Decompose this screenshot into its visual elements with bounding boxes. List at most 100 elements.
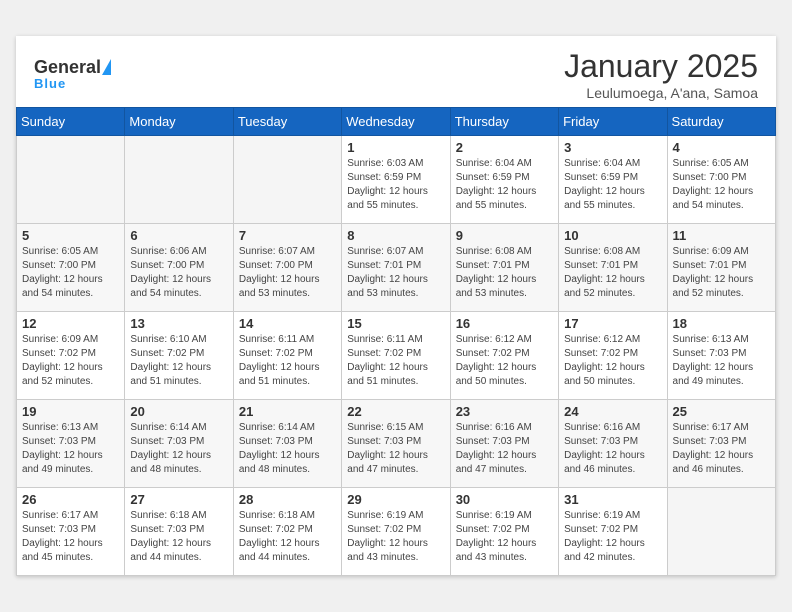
day-number: 4 <box>673 140 770 155</box>
calendar-header-row: SundayMondayTuesdayWednesdayThursdayFrid… <box>17 108 776 136</box>
day-info: Sunrise: 6:11 AM Sunset: 7:02 PM Dayligh… <box>239 333 336 389</box>
day-number: 9 <box>456 228 553 243</box>
day-info: Sunrise: 6:17 AM Sunset: 7:03 PM Dayligh… <box>673 421 770 477</box>
calendar-day-cell: 27Sunrise: 6:18 AM Sunset: 7:03 PM Dayli… <box>125 488 233 576</box>
calendar-day-cell <box>125 136 233 224</box>
calendar-day-cell: 28 Sunrise: 6:18 AM Sunset: 7:02 PM Dayli… <box>233 488 341 576</box>
day-info: Sunrise: 6:06 AM Sunset: 7:00 PM Dayligh… <box>130 245 227 301</box>
calendar-day-cell: 26 Sunrise: 6:17 AM Sunset: 7:03 PM Dayli… <box>17 488 125 576</box>
calendar-day-cell: 15Sunrise: 6:11 AM Sunset: 7:02 PM Dayli… <box>342 312 450 400</box>
day-info: Sunrise: 6:19 AM Sunset: 7:02 PM Dayligh… <box>456 509 553 565</box>
day-number: 21 <box>239 404 336 419</box>
day-number: 1 <box>347 140 444 155</box>
day-number: 3 <box>564 140 661 155</box>
day-info: Sunrise: 6:04 AM Sunset: 6:59 PM Dayligh… <box>564 157 661 213</box>
day-info: Sunrise: 6:16 AM Sunset: 7:03 PM Dayligh… <box>456 421 553 477</box>
calendar-day-cell: 3 Sunrise: 6:04 AM Sunset: 6:59 PM Daylig… <box>559 136 667 224</box>
logo: General Blue <box>34 58 113 91</box>
day-info: Sunrise: 6:18 AM Sunset: 7:02 PM Dayligh… <box>239 509 336 565</box>
calendar-week-row: 1 Sunrise: 6:03 AM Sunset: 6:59 PM Daylig… <box>17 136 776 224</box>
calendar-day-cell: 8 Sunrise: 6:07 AM Sunset: 7:01 PM Daylig… <box>342 224 450 312</box>
calendar-day-cell: 1 Sunrise: 6:03 AM Sunset: 6:59 PM Daylig… <box>342 136 450 224</box>
day-number: 14 <box>239 316 336 331</box>
day-number: 6 <box>130 228 227 243</box>
day-number: 13 <box>130 316 227 331</box>
day-number: 7 <box>239 228 336 243</box>
day-number: 17 <box>564 316 661 331</box>
logo-icon <box>102 59 111 75</box>
calendar-week-row: 5 Sunrise: 6:05 AM Sunset: 7:00 PM Daylig… <box>17 224 776 312</box>
day-number: 29 <box>347 492 444 507</box>
logo-general: General <box>34 58 101 76</box>
day-info: Sunrise: 6:05 AM Sunset: 7:00 PM Dayligh… <box>22 245 119 301</box>
calendar-day-cell: 12Sunrise: 6:09 AM Sunset: 7:02 PM Dayli… <box>17 312 125 400</box>
day-number: 8 <box>347 228 444 243</box>
calendar-day-cell <box>17 136 125 224</box>
calendar-header: General Blue January 2025 Leulumoega, A'… <box>16 36 776 107</box>
location: Leulumoega, A'ana, Samoa <box>564 85 758 101</box>
day-info: Sunrise: 6:17 AM Sunset: 7:03 PM Dayligh… <box>22 509 119 565</box>
day-info: Sunrise: 6:08 AM Sunset: 7:01 PM Dayligh… <box>456 245 553 301</box>
day-of-week-header: Friday <box>559 108 667 136</box>
day-number: 5 <box>22 228 119 243</box>
calendar-day-cell: 9 Sunrise: 6:08 AM Sunset: 7:01 PM Daylig… <box>450 224 558 312</box>
day-info: Sunrise: 6:07 AM Sunset: 7:00 PM Dayligh… <box>239 245 336 301</box>
day-of-week-header: Tuesday <box>233 108 341 136</box>
day-info: Sunrise: 6:13 AM Sunset: 7:03 PM Dayligh… <box>22 421 119 477</box>
calendar-week-row: 12Sunrise: 6:09 AM Sunset: 7:02 PM Dayli… <box>17 312 776 400</box>
calendar-day-cell: 22Sunrise: 6:15 AM Sunset: 7:03 PM Dayli… <box>342 400 450 488</box>
calendar-day-cell: 7 Sunrise: 6:07 AM Sunset: 7:00 PM Daylig… <box>233 224 341 312</box>
day-info: Sunrise: 6:16 AM Sunset: 7:03 PM Dayligh… <box>564 421 661 477</box>
day-info: Sunrise: 6:09 AM Sunset: 7:02 PM Dayligh… <box>22 333 119 389</box>
day-info: Sunrise: 6:12 AM Sunset: 7:02 PM Dayligh… <box>456 333 553 389</box>
day-info: Sunrise: 6:11 AM Sunset: 7:02 PM Dayligh… <box>347 333 444 389</box>
day-number: 25 <box>673 404 770 419</box>
day-info: Sunrise: 6:10 AM Sunset: 7:02 PM Dayligh… <box>130 333 227 389</box>
day-info: Sunrise: 6:19 AM Sunset: 7:02 PM Dayligh… <box>347 509 444 565</box>
day-number: 16 <box>456 316 553 331</box>
day-info: Sunrise: 6:07 AM Sunset: 7:01 PM Dayligh… <box>347 245 444 301</box>
calendar-day-cell: 30Sunrise: 6:19 AM Sunset: 7:02 PM Dayli… <box>450 488 558 576</box>
calendar-day-cell: 18Sunrise: 6:13 AM Sunset: 7:03 PM Dayli… <box>667 312 775 400</box>
calendar-week-row: 26 Sunrise: 6:17 AM Sunset: 7:03 PM Dayli… <box>17 488 776 576</box>
calendar-day-cell: 29 Sunrise: 6:19 AM Sunset: 7:02 PM Dayli… <box>342 488 450 576</box>
day-number: 20 <box>130 404 227 419</box>
calendar-day-cell <box>233 136 341 224</box>
day-number: 23 <box>456 404 553 419</box>
day-number: 26 <box>22 492 119 507</box>
day-info: Sunrise: 6:05 AM Sunset: 7:00 PM Dayligh… <box>673 157 770 213</box>
day-of-week-header: Saturday <box>667 108 775 136</box>
day-number: 11 <box>673 228 770 243</box>
calendar-day-cell: 24 Sunrise: 6:16 AM Sunset: 7:03 PM Dayli… <box>559 400 667 488</box>
calendar-day-cell: 13 Sunrise: 6:10 AM Sunset: 7:02 PM Dayli… <box>125 312 233 400</box>
calendar-day-cell: 21 Sunrise: 6:14 AM Sunset: 7:03 PM Dayli… <box>233 400 341 488</box>
calendar-day-cell: 4 Sunrise: 6:05 AM Sunset: 7:00 PM Daylig… <box>667 136 775 224</box>
day-info: Sunrise: 6:03 AM Sunset: 6:59 PM Dayligh… <box>347 157 444 213</box>
calendar-day-cell: 11Sunrise: 6:09 AM Sunset: 7:01 PM Dayli… <box>667 224 775 312</box>
day-info: Sunrise: 6:08 AM Sunset: 7:01 PM Dayligh… <box>564 245 661 301</box>
day-number: 10 <box>564 228 661 243</box>
day-info: Sunrise: 6:04 AM Sunset: 6:59 PM Dayligh… <box>456 157 553 213</box>
calendar-day-cell: 5 Sunrise: 6:05 AM Sunset: 7:00 PM Daylig… <box>17 224 125 312</box>
day-info: Sunrise: 6:14 AM Sunset: 7:03 PM Dayligh… <box>239 421 336 477</box>
day-number: 31 <box>564 492 661 507</box>
title-block: January 2025 Leulumoega, A'ana, Samoa <box>564 48 758 101</box>
day-number: 19 <box>22 404 119 419</box>
calendar-day-cell <box>667 488 775 576</box>
day-number: 24 <box>564 404 661 419</box>
calendar-day-cell: 23 Sunrise: 6:16 AM Sunset: 7:03 PM Dayli… <box>450 400 558 488</box>
month-title: January 2025 <box>564 48 758 85</box>
logo-blue: Blue <box>34 76 66 91</box>
day-info: Sunrise: 6:18 AM Sunset: 7:03 PM Dayligh… <box>130 509 227 565</box>
day-of-week-header: Wednesday <box>342 108 450 136</box>
day-of-week-header: Thursday <box>450 108 558 136</box>
calendar-table: SundayMondayTuesdayWednesdayThursdayFrid… <box>16 107 776 576</box>
calendar-day-cell: 10 Sunrise: 6:08 AM Sunset: 7:01 PM Dayli… <box>559 224 667 312</box>
calendar-day-cell: 31 Sunrise: 6:19 AM Sunset: 7:02 PM Dayli… <box>559 488 667 576</box>
day-number: 2 <box>456 140 553 155</box>
day-number: 28 <box>239 492 336 507</box>
calendar-week-row: 19 Sunrise: 6:13 AM Sunset: 7:03 PM Dayli… <box>17 400 776 488</box>
calendar-day-cell: 2 Sunrise: 6:04 AM Sunset: 6:59 PM Daylig… <box>450 136 558 224</box>
day-info: Sunrise: 6:19 AM Sunset: 7:02 PM Dayligh… <box>564 509 661 565</box>
day-info: Sunrise: 6:14 AM Sunset: 7:03 PM Dayligh… <box>130 421 227 477</box>
